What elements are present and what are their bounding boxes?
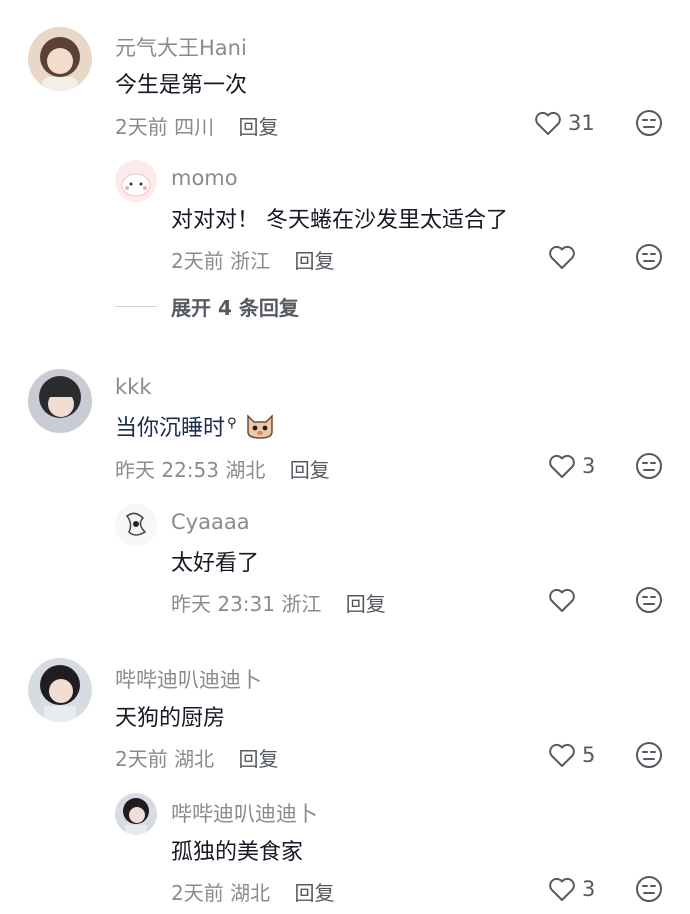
like-button[interactable] [548,585,582,615]
comment-location: 湖北 [174,747,215,771]
reply-button[interactable]: 回复 [238,747,278,771]
reply-date: 2天前 [171,881,224,905]
comment-text: 天狗的厨房 [115,706,226,731]
avatar[interactable] [28,27,92,91]
avatar[interactable] [115,504,157,546]
unhappy-face-icon [636,742,662,768]
comment-meta: 2天前 四川 回复 [115,111,278,140]
comment-location: 四川 [174,115,215,139]
reply-button[interactable]: 回复 [290,458,330,482]
avatar[interactable] [28,658,92,722]
reply-location: 浙江 [281,592,322,616]
like-count: 3 [582,454,596,478]
heart-outline-icon [549,245,575,269]
comment-date: 2天前 [115,115,168,139]
expand-replies-button[interactable]: 展开 4 条回复 [115,292,299,321]
heart-outline-icon [549,454,575,478]
comment-date: 昨天 22:53 [115,458,219,482]
heart-outline-icon [549,588,575,612]
reply-button[interactable]: 回复 [294,881,334,905]
unhappy-face-icon [636,876,662,902]
unhappy-face-icon [636,453,662,479]
heart-outline-icon [535,111,561,135]
like-count: 31 [568,111,595,135]
username[interactable]: kkk [115,375,151,399]
reply-text: 对对对！ 冬天蜷在沙发里太适合了 [171,208,508,233]
cat-emoji [245,412,275,446]
reply-text: 太好看了 [171,551,260,576]
reply-meta: 2天前 浙江 回复 [171,245,334,274]
unhappy-face-icon [636,587,662,613]
avatar[interactable] [28,369,92,433]
comment-meta: 2天前 湖北 回复 [115,743,278,772]
reply-text: 孤独的美食家 [171,840,304,865]
unhappy-face-icon [636,244,662,270]
dislike-button[interactable] [635,875,663,903]
like-button[interactable] [548,242,582,272]
reply-location: 湖北 [230,881,271,905]
dislike-button[interactable] [635,586,663,614]
unhappy-face-icon [636,110,662,136]
comment-text: 当你沉睡时 ⚲ [115,410,275,446]
like-button[interactable]: 31 [534,108,595,138]
avatar[interactable] [115,160,157,202]
reply-location: 浙江 [230,249,271,273]
expand-replies-label[interactable]: 展开 4 条回复 [171,292,299,321]
divider [115,306,157,307]
heart-outline-icon [549,743,575,767]
comment-text-link[interactable]: 当你沉睡时 [115,416,225,441]
like-button[interactable]: 3 [548,874,595,904]
reply-date: 2天前 [171,249,224,273]
reply-meta: 昨天 23:31 浙江 回复 [171,588,386,617]
reply-button[interactable]: 回复 [294,249,334,273]
dislike-button[interactable] [635,452,663,480]
like-button[interactable]: 5 [548,740,595,770]
like-button[interactable]: 3 [548,451,595,481]
username[interactable]: 元气大王Hani [115,32,247,62]
reply-date: 昨天 23:31 [171,592,275,616]
reply-meta: 2天前 湖北 回复 [171,877,334,906]
like-count: 5 [582,743,596,767]
comment-meta: 昨天 22:53 湖北 回复 [115,454,330,483]
comment-location: 湖北 [225,458,266,482]
username[interactable]: 哔哔迪叭迪迪卜 [171,798,318,828]
heart-outline-icon [549,877,575,901]
reply-button[interactable]: 回复 [346,592,386,616]
username[interactable]: momo [171,166,238,190]
username[interactable]: Cyaaaa [171,510,250,534]
reply-button[interactable]: 回复 [238,115,278,139]
search-icon[interactable]: ⚲ [227,416,237,431]
comment-text: 今生是第一次 [115,73,248,98]
like-count: 3 [582,877,596,901]
username[interactable]: 哔哔迪叭迪迪卜 [115,664,262,694]
dislike-button[interactable] [635,243,663,271]
dislike-button[interactable] [635,741,663,769]
avatar[interactable] [115,793,157,835]
comment-date: 2天前 [115,747,168,771]
dislike-button[interactable] [635,109,663,137]
